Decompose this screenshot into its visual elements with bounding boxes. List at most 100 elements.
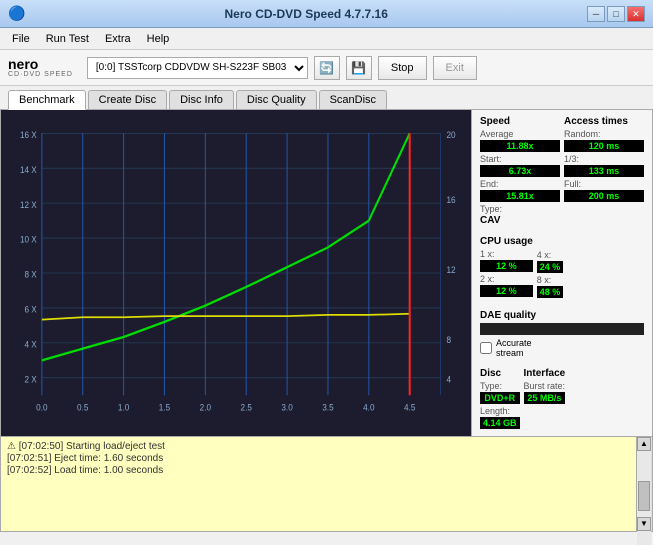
chart-svg: 16 X 14 X 12 X 10 X 8 X 6 X 4 X 2 X 20 1… — [1, 110, 471, 436]
svg-text:0.0: 0.0 — [36, 402, 47, 413]
svg-text:20: 20 — [446, 129, 455, 140]
menu-run-test[interactable]: Run Test — [38, 31, 97, 47]
menu-file[interactable]: File — [4, 31, 38, 47]
accurate-stream-row: Accurate stream — [480, 338, 644, 358]
menu-bar: File Run Test Extra Help — [0, 28, 653, 50]
interface-section: Interface Burst rate: 25 MB/s — [524, 368, 566, 431]
log-time-1: [07:02:51] — [7, 453, 51, 464]
save-icon[interactable]: 💾 — [346, 56, 372, 80]
dae-section: DAE quality Accurate stream — [480, 310, 644, 358]
app-icon: 🔵 — [8, 5, 25, 22]
cpu-title: CPU usage — [480, 236, 533, 247]
svg-text:10 X: 10 X — [20, 234, 37, 245]
access-title: Access times — [564, 116, 644, 127]
log-time-0: [07:02:50] — [19, 441, 63, 452]
drive-selector[interactable]: [0:0] TSSTcorp CDDVDW SH-S223F SB03 — [87, 57, 308, 79]
svg-text:0.5: 0.5 — [77, 402, 88, 413]
window-controls: ─ □ ✕ — [587, 6, 645, 22]
burst-value: 25 MB/s — [524, 392, 566, 404]
svg-text:4.0: 4.0 — [363, 402, 374, 413]
tab-scandisc[interactable]: ScanDisc — [319, 90, 387, 109]
minimize-button[interactable]: ─ — [587, 6, 605, 22]
start-label: Start: — [480, 154, 560, 164]
close-button[interactable]: ✕ — [627, 6, 645, 22]
svg-text:12: 12 — [446, 264, 455, 275]
menu-help[interactable]: Help — [139, 31, 178, 47]
interface-title: Interface — [524, 368, 566, 379]
disc-length-value: 4.14 GB — [480, 417, 520, 429]
cpu-8x-label: 8 x: — [537, 275, 564, 285]
disc-type-value: DVD+R — [480, 392, 520, 404]
burst-label: Burst rate: — [524, 381, 566, 391]
svg-text:4.5: 4.5 — [404, 402, 415, 413]
svg-text:2.0: 2.0 — [200, 402, 211, 413]
svg-text:4: 4 — [446, 374, 451, 385]
nero-logo: nero CD·DVD SPEED — [8, 57, 73, 78]
log-text-0: Starting load/eject test — [66, 441, 165, 452]
logo-top: nero — [8, 57, 73, 71]
tab-create-disc[interactable]: Create Disc — [88, 90, 167, 109]
disc-type-label: Type: — [480, 381, 520, 391]
log-section: ⚠ [07:02:50] Starting load/eject test [0… — [0, 437, 653, 532]
type-label: Type: — [480, 204, 560, 214]
svg-text:2.5: 2.5 — [241, 402, 252, 413]
tab-disc-info[interactable]: Disc Info — [169, 90, 234, 109]
svg-text:3.5: 3.5 — [322, 402, 333, 413]
cpu-4x-label: 4 x: — [537, 250, 564, 260]
dae-quality-bar — [480, 323, 644, 335]
cpu-2x-value: 12 % — [480, 285, 533, 297]
avg-label: Average — [480, 129, 560, 139]
random-value: 120 ms — [564, 140, 644, 152]
cpu-left: CPU usage 1 x: 12 % 2 x: 12 % — [480, 236, 533, 300]
speed-access-section: Speed Average 11.88x Start: 6.73x End: 1… — [480, 116, 644, 226]
svg-text:8 X: 8 X — [25, 269, 37, 280]
main-content: 16 X 14 X 12 X 10 X 8 X 6 X 4 X 2 X 20 1… — [0, 110, 653, 437]
end-label: End: — [480, 179, 560, 189]
svg-text:8: 8 — [446, 334, 451, 345]
avg-value: 11.88x — [480, 140, 560, 152]
speed-title: Speed — [480, 116, 560, 127]
svg-text:14 X: 14 X — [20, 164, 37, 175]
stop-button[interactable]: Stop — [378, 56, 427, 80]
title-bar: 🔵 Nero CD-DVD Speed 4.7.7.16 ─ □ ✕ — [0, 0, 653, 28]
log-warning-icon: ⚠ — [7, 441, 16, 452]
dae-title: DAE quality — [480, 310, 644, 321]
refresh-icon[interactable]: 🔄 — [314, 56, 340, 80]
type-value: CAV — [480, 215, 560, 226]
cpu-section: CPU usage 1 x: 12 % 2 x: 12 % 4 x: 24 % … — [480, 236, 644, 300]
one-third-value: 133 ms — [564, 165, 644, 177]
menu-extra[interactable]: Extra — [97, 31, 139, 47]
full-value: 200 ms — [564, 190, 644, 202]
disc-title: Disc — [480, 368, 520, 379]
chart-area: 16 X 14 X 12 X 10 X 8 X 6 X 4 X 2 X 20 1… — [1, 110, 472, 436]
scroll-up-btn[interactable]: ▲ — [637, 437, 651, 451]
tabs-bar: Benchmark Create Disc Disc Info Disc Qua… — [0, 86, 653, 110]
start-value: 6.73x — [480, 165, 560, 177]
accurate-stream-checkbox[interactable] — [480, 342, 492, 354]
disc-length-label: Length: — [480, 406, 520, 416]
svg-text:3.0: 3.0 — [281, 402, 292, 413]
svg-text:2 X: 2 X — [25, 374, 37, 385]
svg-text:4 X: 4 X — [25, 339, 37, 350]
log-entry-1: [07:02:51] Eject time: 1.60 seconds — [7, 453, 630, 464]
svg-text:16 X: 16 X — [20, 129, 37, 140]
exit-button[interactable]: Exit — [433, 56, 477, 80]
disc-interface-section: Disc Type: DVD+R Length: 4.14 GB Interfa… — [480, 368, 644, 431]
end-value: 15.81x — [480, 190, 560, 202]
log-scrollbar[interactable]: ▲ ▼ — [636, 437, 652, 531]
svg-text:1.5: 1.5 — [159, 402, 170, 413]
tab-disc-quality[interactable]: Disc Quality — [236, 90, 317, 109]
scrollbar-thumb[interactable] — [638, 481, 650, 511]
one-third-label: 1/3: — [564, 154, 644, 164]
log-text-2: Load time: 1.00 seconds — [54, 465, 163, 476]
cpu-usage-pair: CPU usage 1 x: 12 % 2 x: 12 % 4 x: 24 % … — [480, 236, 644, 300]
scroll-down-btn[interactable]: ▼ — [637, 517, 651, 531]
cpu-right: 4 x: 24 % 8 x: 48 % — [537, 236, 564, 300]
full-label: Full: — [564, 179, 644, 189]
speed-section: Speed Average 11.88x Start: 6.73x End: 1… — [480, 116, 560, 226]
log-time-2: [07:02:52] — [7, 465, 51, 476]
accurate-label: Accurate stream — [496, 338, 532, 358]
maximize-button[interactable]: □ — [607, 6, 625, 22]
log-entry-0: ⚠ [07:02:50] Starting load/eject test — [7, 441, 630, 452]
tab-benchmark[interactable]: Benchmark — [8, 90, 86, 110]
